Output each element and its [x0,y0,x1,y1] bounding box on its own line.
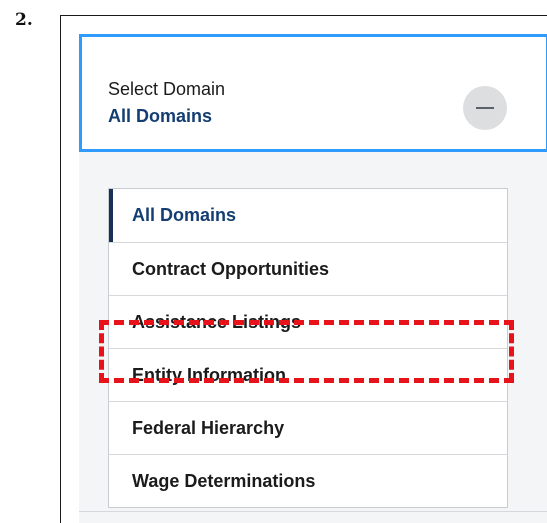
select-domain-label: Select Domain [108,79,226,99]
domain-panel: Select Domain All Domains All Domains Co… [79,34,547,523]
screenshot-frame: Select Domain All Domains All Domains Co… [60,15,547,523]
step-number: 2. [15,10,33,30]
collapse-button[interactable] [463,86,507,130]
minus-icon [476,107,494,109]
domain-item-contract-opportunities[interactable]: Contract Opportunities [109,242,507,295]
domain-item-wage-determinations[interactable]: Wage Determinations [109,454,507,507]
domain-selector[interactable]: Select Domain All Domains [79,34,547,152]
panel-divider [79,511,547,512]
domain-item-all-domains[interactable]: All Domains [109,189,507,242]
selected-domain-value: All Domains [108,106,213,126]
domain-item-federal-hierarchy[interactable]: Federal Hierarchy [109,401,507,454]
highlight-annotation [99,320,514,383]
